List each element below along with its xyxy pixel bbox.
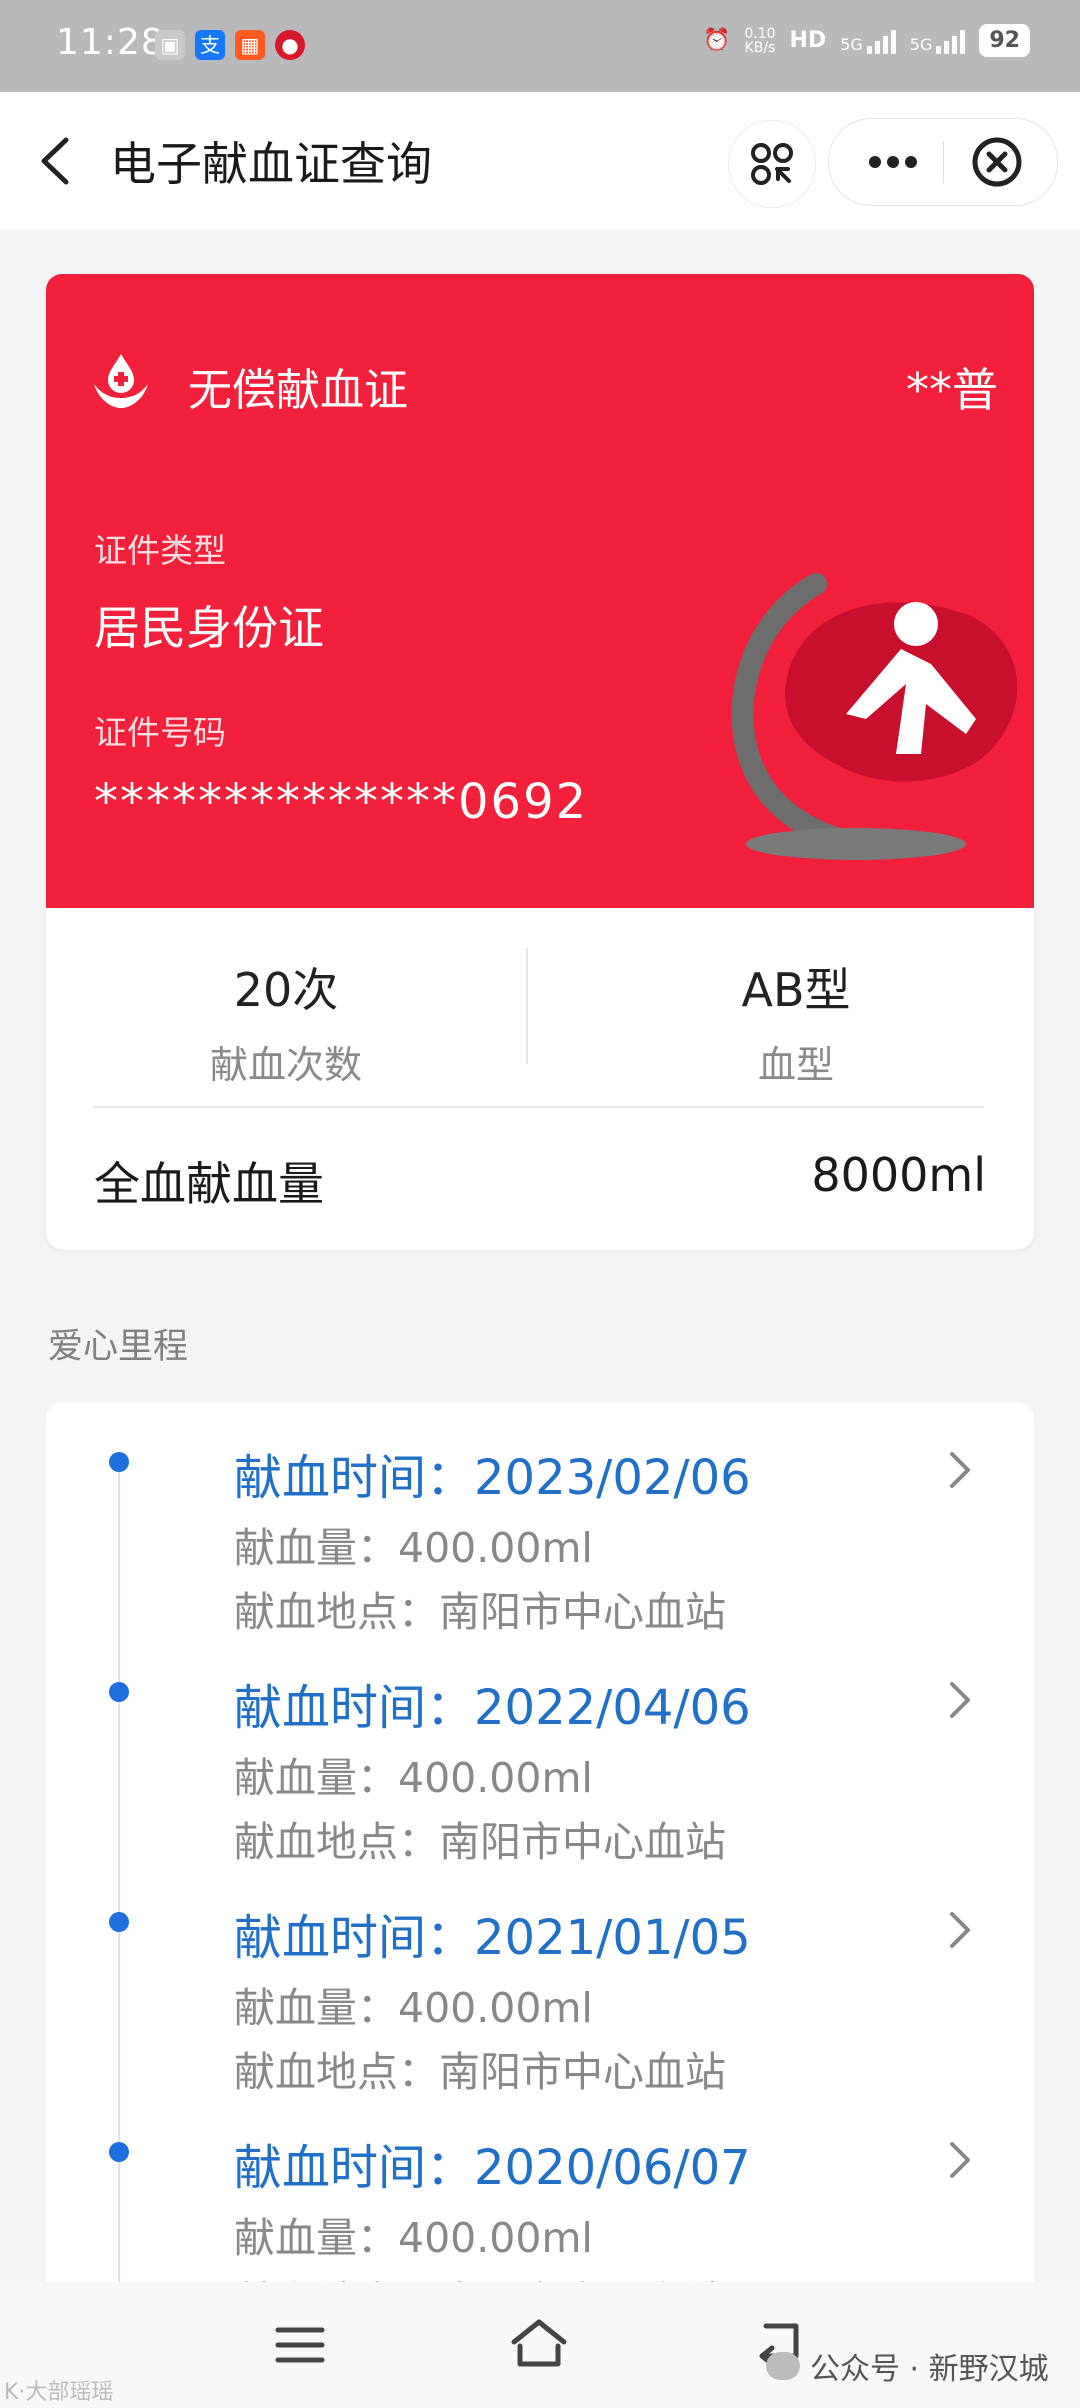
holder-name: **普 — [906, 363, 998, 417]
chevron-right-icon — [950, 1452, 970, 1488]
record-time: 献血时间：2020/06/07 — [234, 2140, 751, 2196]
donation-record[interactable]: 献血时间：2022/04/06 献血量：400.00ml 献血地点：南阳市中心血… — [46, 1632, 1034, 1866]
status-bar: 11:28 ▣ 支 ▦ ● ⏰ 0.10 KB/s HD 5G 5G 92 — [0, 0, 1080, 92]
section-title: 爱心里程 — [48, 1327, 189, 1367]
scan-icon — [751, 143, 793, 185]
timeline-dot — [109, 1682, 129, 1702]
total-volume-value: 8000ml — [811, 1148, 986, 1202]
home-icon[interactable] — [508, 2312, 570, 2374]
menu-icon[interactable] — [272, 2320, 328, 2370]
donation-record[interactable]: 献血时间：2023/02/06 献血量：400.00ml 献血地点：南阳市中心血… — [46, 1402, 1034, 1636]
watermark-right: 公众号 · 新野汉城 — [766, 2344, 1049, 2388]
capsule-divider — [943, 141, 944, 183]
blood-donation-logo-icon — [94, 354, 148, 408]
signal-2-label: 5G — [909, 34, 933, 54]
alarm-icon: ⏰ — [702, 28, 731, 53]
donation-record[interactable]: 献血时间：2020/06/07 献血量：400.00ml 献血地点：南阳市中心血… — [46, 2092, 1034, 2302]
watermark-text: 公众号 · 新野汉城 — [810, 2352, 1049, 2387]
donation-record[interactable]: 献血时间：2021/01/05 献血量：400.00ml 献血地点：南阳市中心血… — [46, 1862, 1034, 2096]
bank-app-icon: ● — [275, 30, 305, 60]
nav-bar: 电子献血证查询 — [0, 92, 1080, 230]
blood-drop-emblem-icon — [731, 573, 1018, 860]
close-icon[interactable] — [953, 119, 1049, 205]
record-amount: 献血量：400.00ml — [234, 1754, 593, 1802]
signal-1-label: 5G — [840, 34, 863, 54]
alipay-app-icon: 支 — [195, 30, 225, 60]
scan-button[interactable] — [728, 120, 816, 208]
certificate-title: 无偿献血证 — [188, 365, 408, 416]
id-type-label: 证件类型 — [94, 531, 226, 570]
status-time: 11:28 — [56, 22, 165, 63]
record-place: 献血地点：南阳市中心血站 — [234, 1588, 726, 1636]
more-icon[interactable] — [847, 119, 937, 205]
battery-icon: 92 — [979, 24, 1030, 57]
signal-bars-icon — [936, 28, 966, 54]
id-type-value: 居民身份证 — [94, 601, 324, 655]
signal-1: 5G — [840, 28, 896, 54]
system-nav-bar: 公众号 · 新野汉城 K·大部瑶瑶 — [0, 2282, 1080, 2408]
blood-type-value: AB型 — [741, 963, 851, 1017]
shopping-app-icon: ▦ — [235, 30, 265, 60]
page-title: 电子献血证查询 — [110, 137, 432, 191]
chevron-right-icon — [950, 1682, 970, 1718]
record-time: 献血时间：2023/02/06 — [234, 1450, 751, 1506]
donation-stats-card: 20次 献血次数 AB型 血型 全血献血量 8000ml — [46, 908, 1034, 1250]
status-right: ⏰ 0.10 KB/s HD 5G 5G 92 — [703, 24, 1030, 57]
delivery-app-icon: ▣ — [155, 30, 185, 60]
donation-count-cell: 20次 献血次数 — [66, 954, 506, 1089]
donation-timeline: 献血时间：2023/02/06 献血量：400.00ml 献血地点：南阳市中心血… — [46, 1402, 1034, 2302]
record-time: 献血时间：2022/04/06 — [234, 1680, 751, 1736]
blood-type-label: 血型 — [757, 1043, 834, 1087]
watermark-left: K·大部瑶瑶 — [4, 2380, 114, 2405]
total-volume-label: 全血献血量 — [94, 1157, 324, 1211]
net-speed-unit: KB/s — [744, 39, 776, 56]
record-amount: 献血量：400.00ml — [234, 1984, 593, 2032]
chevron-right-icon — [950, 2142, 970, 2178]
stats-divider — [526, 948, 528, 1064]
donation-count-value: 20次 — [233, 963, 339, 1017]
net-speed-value: 0.10 — [744, 25, 776, 42]
net-speed: 0.10 KB/s — [744, 27, 775, 55]
timeline-dot — [109, 1452, 129, 1472]
signal-2: 5G — [910, 28, 966, 54]
wechat-icon — [766, 2352, 800, 2380]
back-arrow-icon[interactable] — [30, 130, 90, 192]
blood-type-cell: AB型 血型 — [576, 954, 1016, 1089]
record-place: 献血地点：南阳市中心血站 — [234, 2048, 726, 2096]
stats-horizontal-divider — [94, 1106, 984, 1108]
signal-bars-icon — [866, 28, 896, 54]
record-amount: 献血量：400.00ml — [234, 1524, 593, 1572]
record-time: 献血时间：2021/01/05 — [234, 1910, 751, 1966]
donation-count-label: 献血次数 — [209, 1043, 362, 1087]
donation-certificate-card: 无偿献血证 **普 证件类型 居民身份证 证件号码 **************… — [46, 274, 1034, 908]
chevron-right-icon — [950, 1912, 970, 1948]
timeline-dot — [109, 2142, 129, 2162]
id-number-label: 证件号码 — [94, 713, 226, 752]
id-number-value: **************0692 — [94, 774, 589, 830]
hd-icon: HD — [789, 28, 827, 53]
record-amount: 献血量：400.00ml — [234, 2214, 593, 2262]
record-place: 献血地点：南阳市中心血站 — [234, 1818, 726, 1866]
menu-capsule — [828, 118, 1058, 206]
notification-icons: ▣ 支 ▦ ● — [155, 30, 305, 60]
timeline-dot — [109, 1912, 129, 1932]
